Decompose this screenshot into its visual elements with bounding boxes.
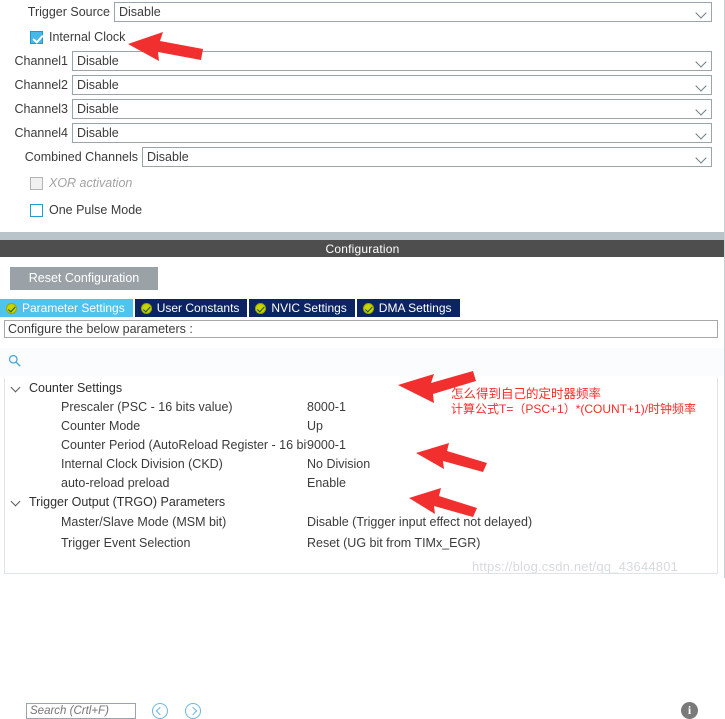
dropdown-combined-channels[interactable]: Disable	[142, 147, 712, 167]
reset-configuration-button[interactable]: Reset Configuration	[10, 267, 158, 290]
checkbox-row-xor-activation: XOR activation	[30, 174, 132, 192]
tab-user-constants[interactable]: User Constants	[134, 299, 248, 317]
dropdown-channel2[interactable]: Disable	[72, 75, 712, 95]
panel-separator	[0, 232, 725, 240]
tab-dma-settings[interactable]: DMA Settings	[356, 299, 460, 317]
chevron-down-icon	[11, 496, 22, 507]
dropdown-channel3[interactable]: Disable	[72, 99, 712, 119]
form-row-combined-channels: Combined Channels Disable	[0, 147, 712, 167]
configure-hint-bar: Configure the below parameters :	[4, 320, 718, 338]
tab-parameter-settings[interactable]: Parameter Settings	[0, 299, 133, 317]
label-channel3: Channel3	[14, 102, 68, 116]
param-value[interactable]: 8000-1	[307, 400, 717, 414]
checkbox-internal-clock[interactable]	[30, 30, 43, 44]
chevron-down-icon	[11, 382, 22, 393]
configuration-tabs: Parameter Settings User Constants NVIC S…	[0, 299, 725, 317]
label-combined-channels: Combined Channels	[24, 150, 138, 164]
chevron-down-icon	[695, 6, 708, 19]
tree-row-prescaler[interactable]: Prescaler (PSC - 16 bits value) 8000-1	[5, 397, 717, 416]
param-value[interactable]: Disable (Trigger input effect not delaye…	[307, 515, 717, 529]
tree-row-trigger-event-selection[interactable]: Trigger Event Selection Reset (UG bit fr…	[5, 532, 717, 553]
label-channel2: Channel2	[14, 78, 68, 92]
param-name: Counter Mode	[61, 418, 141, 433]
param-value[interactable]: Up	[307, 419, 717, 433]
tree-row-auto-reload-preload[interactable]: auto-reload preload Enable	[5, 473, 717, 492]
chevron-down-icon	[695, 103, 708, 116]
checkbox-xor-activation	[30, 176, 43, 190]
search-toolbar: i	[0, 348, 725, 719]
search-icon	[8, 354, 21, 367]
param-name: Trigger Event Selection	[61, 535, 191, 550]
form-row-channel3: Channel3 Disable	[0, 99, 712, 119]
chevron-down-icon	[695, 151, 708, 164]
checkbox-label-xor-activation: XOR activation	[49, 176, 133, 190]
form-row-channel2: Channel2 Disable	[0, 75, 712, 95]
chevron-down-icon	[695, 55, 708, 68]
watermark-text: https://blog.csdn.net/qq_43644801	[472, 559, 679, 574]
tree-group-counter-settings[interactable]: Counter Settings	[5, 378, 717, 397]
checkbox-row-internal-clock[interactable]: Internal Clock	[30, 28, 125, 46]
search-next-button[interactable]	[185, 703, 201, 719]
check-circle-icon	[362, 302, 374, 314]
tab-label: DMA Settings	[378, 301, 452, 315]
checkbox-one-pulse-mode[interactable]	[30, 203, 43, 217]
tab-label: Parameter Settings	[22, 301, 125, 315]
tab-nvic-settings[interactable]: NVIC Settings	[249, 299, 355, 317]
param-name: auto-reload preload	[61, 475, 170, 490]
param-value[interactable]: Enable	[307, 476, 717, 490]
form-row-channel1: Channel1 Disable	[0, 51, 712, 71]
tab-label: NVIC Settings	[271, 301, 347, 315]
param-name: Internal Clock Division (CKD)	[61, 456, 223, 471]
dropdown-channel1[interactable]: Disable	[72, 51, 712, 71]
tree-row-counter-period[interactable]: Counter Period (AutoReload Register - 16…	[5, 435, 717, 454]
dropdown-channel4-value: Disable	[77, 126, 119, 140]
dropdown-channel2-value: Disable	[77, 78, 119, 92]
checkbox-label-one-pulse-mode: One Pulse Mode	[49, 203, 143, 217]
dropdown-channel4[interactable]: Disable	[72, 123, 712, 143]
param-name: Master/Slave Mode (MSM bit)	[61, 514, 227, 529]
dropdown-trigger-source[interactable]: Disable	[114, 2, 712, 22]
param-name: Counter Period (AutoReload Register - 16…	[61, 437, 307, 452]
parameter-tree: Counter Settings Prescaler (PSC - 16 bit…	[4, 378, 718, 574]
info-icon[interactable]: i	[681, 702, 698, 719]
tree-group-label: Counter Settings	[29, 380, 123, 395]
check-circle-icon	[255, 302, 267, 314]
timer-mode-panel: Trigger Source Disable Internal Clock Ch…	[0, 0, 725, 222]
param-name: Prescaler (PSC - 16 bits value)	[61, 399, 233, 414]
tree-row-internal-clock-division[interactable]: Internal Clock Division (CKD) No Divisio…	[5, 454, 717, 473]
param-value[interactable]: Reset (UG bit from TIMx_EGR)	[307, 536, 717, 550]
param-value[interactable]: No Division	[307, 457, 717, 471]
form-row-trigger-source: Trigger Source Disable	[0, 2, 712, 22]
check-circle-icon	[140, 302, 152, 314]
search-input[interactable]	[26, 703, 136, 719]
tree-row-counter-mode[interactable]: Counter Mode Up	[5, 416, 717, 435]
label-trigger-source: Trigger Source	[27, 5, 110, 19]
tab-label: User Constants	[156, 301, 240, 315]
chevron-down-icon	[695, 127, 708, 140]
dropdown-combined-channels-value: Disable	[147, 150, 189, 164]
form-row-channel4: Channel4 Disable	[0, 123, 712, 143]
configuration-header: Configuration	[0, 240, 725, 257]
search-previous-button[interactable]	[152, 703, 168, 719]
checkbox-label-internal-clock: Internal Clock	[49, 30, 126, 44]
param-value[interactable]: 9000-1	[307, 438, 717, 452]
dropdown-channel3-value: Disable	[77, 102, 119, 116]
chevron-down-icon	[695, 79, 708, 92]
dropdown-channel1-value: Disable	[77, 54, 119, 68]
tree-group-label: Trigger Output (TRGO) Parameters	[29, 494, 226, 509]
label-channel4: Channel4	[14, 126, 68, 140]
checkbox-row-one-pulse-mode[interactable]: One Pulse Mode	[30, 201, 142, 219]
dropdown-trigger-source-value: Disable	[119, 5, 161, 19]
tree-group-trigger-output[interactable]: Trigger Output (TRGO) Parameters	[5, 492, 717, 511]
tree-row-master-slave-mode[interactable]: Master/Slave Mode (MSM bit) Disable (Tri…	[5, 511, 717, 532]
label-channel1: Channel1	[14, 54, 68, 68]
check-circle-icon	[6, 302, 17, 314]
